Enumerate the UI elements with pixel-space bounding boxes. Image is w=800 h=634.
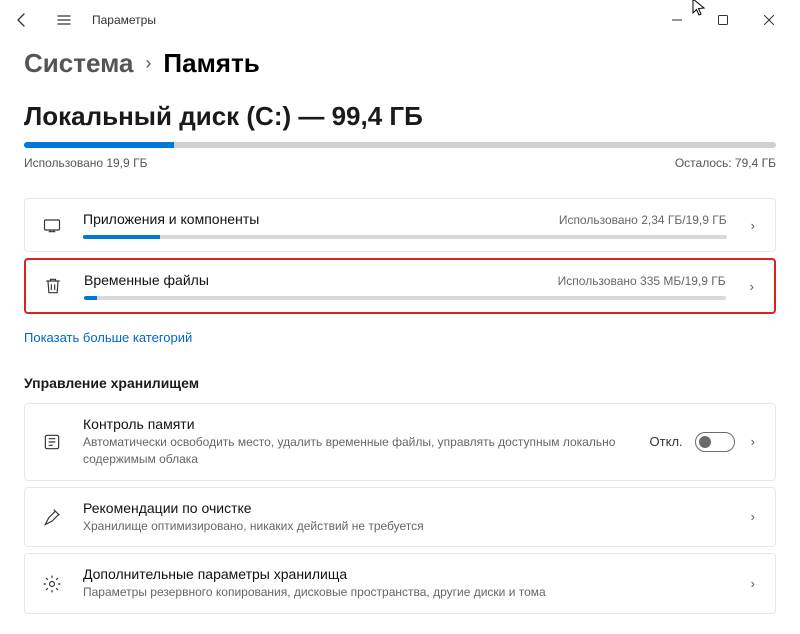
category-usage: Использовано 335 МБ/19,9 ГБ [558,274,726,288]
window-controls [654,4,792,36]
chevron-right-icon: › [747,509,759,524]
disk-usage-bar [24,142,776,148]
trash-icon [42,276,64,296]
mgmt-sub: Хранилище оптимизировано, никаких действ… [83,518,727,535]
mgmt-title: Дополнительные параметры хранилища [83,566,727,582]
storage-category-card[interactable]: Временные файлы Использовано 335 МБ/19,9 … [24,258,776,314]
show-more-link[interactable]: Показать больше категорий [24,330,192,345]
disk-free-label: Осталось: 79,4 ГБ [675,156,776,170]
close-button[interactable] [746,4,792,36]
chevron-right-icon: › [747,218,759,233]
category-progress [83,235,727,239]
category-title: Приложения и компоненты [83,211,259,227]
chevron-right-icon: › [145,53,151,74]
chevron-right-icon: › [746,279,758,294]
category-usage: Использовано 2,34 ГБ/19,9 ГБ [559,213,727,227]
disk-used-label: Использовано 19,9 ГБ [24,156,147,170]
breadcrumb-parent[interactable]: Система [24,48,133,79]
chevron-right-icon: › [747,434,759,449]
mgmt-sub: Автоматически освободить место, удалить … [83,434,630,468]
storage-category-card[interactable]: Приложения и компоненты Использовано 2,34… [24,198,776,252]
storage-management-header: Управление хранилищем [24,375,776,391]
disk-usage-fill [24,142,174,148]
broom-icon [41,507,63,527]
maximize-button[interactable] [700,4,746,36]
minimize-button[interactable] [654,4,700,36]
category-title: Временные файлы [84,272,209,288]
sense-icon [41,432,63,452]
storage-mgmt-card[interactable]: Рекомендации по очистке Хранилище оптимиз… [24,487,776,548]
breadcrumb: Система › Память [24,48,776,79]
back-button[interactable] [8,6,36,34]
app-title: Параметры [92,13,156,27]
mgmt-title: Рекомендации по очистке [83,500,727,516]
apps-icon [41,215,63,235]
storage-mgmt-card[interactable]: Контроль памяти Автоматически освободить … [24,403,776,481]
mgmt-title: Контроль памяти [83,416,630,432]
disk-title: Локальный диск (C:) — 99,4 ГБ [24,101,776,132]
mgmt-sub: Параметры резервного копирования, дисков… [83,584,727,601]
titlebar: Параметры [0,0,800,40]
hamburger-menu-icon[interactable] [50,6,78,34]
toggle-label: Откл. [650,434,683,449]
storage-mgmt-card[interactable]: Дополнительные параметры хранилища Параме… [24,553,776,614]
category-progress [84,296,726,300]
gear-icon [41,574,63,594]
breadcrumb-current: Память [163,48,259,79]
chevron-right-icon: › [747,576,759,591]
storage-sense-toggle[interactable] [695,432,735,452]
